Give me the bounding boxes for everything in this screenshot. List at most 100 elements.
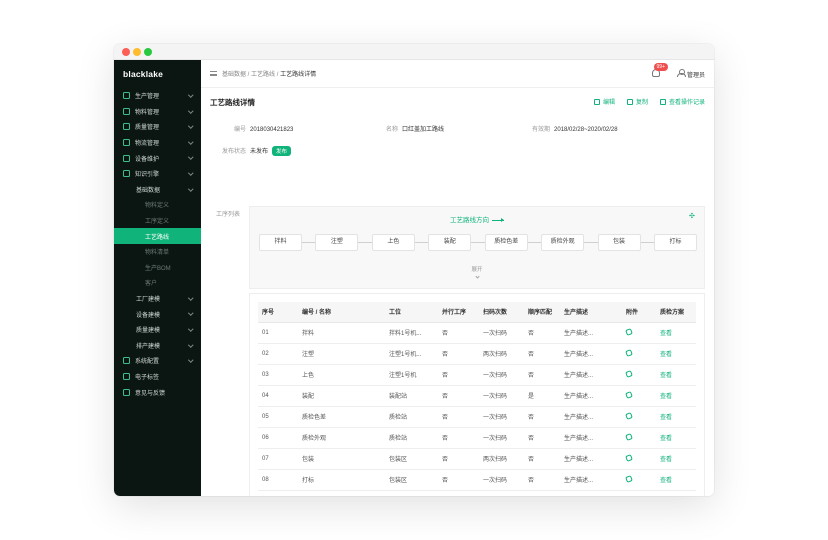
attachment-cell[interactable] xyxy=(622,448,656,470)
minimize-window-button[interactable] xyxy=(133,48,141,56)
flow-node[interactable]: 注塑 xyxy=(315,234,359,251)
flow-node[interactable]: 质检外观 xyxy=(541,234,585,251)
view-inspection-link[interactable]: 查看 xyxy=(656,427,696,449)
table-cell: 01 xyxy=(258,322,298,344)
copy-button[interactable]: 复制 xyxy=(626,97,648,106)
menu-icon[interactable] xyxy=(210,71,217,76)
table-cell: 否 xyxy=(438,427,479,449)
sidebar-item[interactable]: 设备维护 xyxy=(114,150,201,166)
breadcrumb-item[interactable]: 基础数据 xyxy=(222,72,246,78)
table-cell: 包装区 xyxy=(385,469,438,491)
flow-connector xyxy=(527,242,542,243)
sidebar-item[interactable]: 质量建模 xyxy=(114,322,201,338)
view-inspection-link[interactable]: 查看 xyxy=(656,490,696,496)
paperclip-icon[interactable] xyxy=(625,453,633,462)
chevron-down-icon xyxy=(187,170,193,176)
name-value: 口红盖加工路线 xyxy=(402,127,445,133)
sidebar-item[interactable]: 工序定义 xyxy=(114,213,201,229)
sidebar-item[interactable]: 物料清单 xyxy=(114,244,201,260)
sidebar-item[interactable]: 知识引擎 xyxy=(114,166,201,182)
breadcrumb-item[interactable]: 工艺路线 xyxy=(251,72,275,78)
sidebar-item[interactable]: 物料定义 xyxy=(114,197,201,213)
column-header: 序号 xyxy=(258,302,298,323)
sidebar-item-label: 设备建模 xyxy=(136,312,161,319)
table-row: 05 质检色差 质检站否一次扫码否生产描述... 查看 xyxy=(258,406,696,428)
flow-node[interactable]: 打标 xyxy=(654,234,697,251)
edit-button[interactable]: 编辑 xyxy=(593,97,615,106)
info-code: 编号 2018030421823 xyxy=(234,124,293,133)
sidebar-item[interactable]: 系统配置 xyxy=(114,353,201,369)
attachment-cell[interactable] xyxy=(622,364,656,386)
view-inspection-link[interactable]: 查看 xyxy=(656,343,696,365)
attachment-cell[interactable] xyxy=(622,343,656,365)
view-inspection-link[interactable]: 查看 xyxy=(656,364,696,386)
flow-node[interactable]: 拌料 xyxy=(259,234,302,251)
flow-node[interactable]: 包装 xyxy=(597,234,641,251)
paperclip-icon[interactable] xyxy=(625,432,633,441)
sidebar-item[interactable]: 意见与反馈 xyxy=(114,384,201,400)
code-label: 编号 xyxy=(234,127,247,133)
table-cell: 否 xyxy=(438,448,479,470)
column-header: 质检方案 xyxy=(656,302,696,323)
maximize-window-button[interactable] xyxy=(144,48,152,56)
table-cell: 注塑1号机... xyxy=(385,343,438,365)
paperclip-icon[interactable] xyxy=(625,348,633,357)
view-inspection-link[interactable]: 查看 xyxy=(656,406,696,428)
paperclip-icon[interactable] xyxy=(625,474,633,483)
sidebar-item[interactable]: 排产建模 xyxy=(114,338,201,354)
attachment-cell[interactable] xyxy=(622,406,656,428)
page-title: 工艺路线详情 xyxy=(210,98,255,107)
menu-item-icon xyxy=(123,92,130,100)
attachment-cell[interactable] xyxy=(622,322,656,344)
table-cell: 生产描述... xyxy=(560,448,622,470)
view-inspection-link[interactable]: 查看 xyxy=(656,469,696,491)
view-inspection-link[interactable]: 查看 xyxy=(656,448,696,470)
flow-connector xyxy=(302,242,316,243)
sidebar-item[interactable]: 客户 xyxy=(114,275,201,291)
process-table: 序号 编号 / 名称 工位 并行工序 扫码次数 顺序匹配 生产描述 附件 质检方案 01 拌料 拌料… xyxy=(258,302,696,496)
view-inspection-link[interactable]: 查看 xyxy=(656,322,696,344)
chevron-down-icon xyxy=(187,123,193,129)
attachment-cell[interactable] xyxy=(622,385,656,407)
sidebar-item[interactable]: 工艺路线 xyxy=(114,228,201,244)
paperclip-icon[interactable] xyxy=(625,390,633,399)
menu-item-icon xyxy=(123,357,130,365)
attachment-cell[interactable] xyxy=(622,427,656,449)
close-window-button[interactable] xyxy=(122,48,130,56)
sidebar-item[interactable]: 生产管理 xyxy=(114,88,201,104)
column-header: 扫码次数 xyxy=(479,302,524,323)
view-inspection-link[interactable]: 查看 xyxy=(656,385,696,407)
paperclip-icon[interactable] xyxy=(625,369,633,378)
attachment-cell[interactable] xyxy=(622,469,656,491)
notification-badge: 99+ xyxy=(653,63,668,71)
menu-item-icon xyxy=(123,170,130,178)
paperclip-icon[interactable] xyxy=(625,411,633,420)
paperclip-icon[interactable] xyxy=(625,327,633,336)
sidebar-item[interactable]: 物流管理 xyxy=(114,135,201,151)
attachment-cell[interactable] xyxy=(622,490,656,496)
table-cell: 08 xyxy=(258,469,298,491)
table-cell: 一次扫码 xyxy=(479,490,524,496)
sidebar-item[interactable]: 质量管理 xyxy=(114,119,201,135)
sidebar-item-label: 客户 xyxy=(145,281,158,288)
view-log-button[interactable]: 查看操作记录 xyxy=(659,97,705,106)
flow-node[interactable]: 质检色差 xyxy=(484,234,528,251)
user-icon[interactable] xyxy=(677,69,686,77)
sidebar-item[interactable]: 设备建模 xyxy=(114,306,201,322)
table-row: 02 注塑 注塑1号机... 否两次扫码否生产描述... 查看 xyxy=(258,343,696,365)
column-header: 顺序匹配 xyxy=(524,302,560,323)
table-cell: 两次扫码 xyxy=(479,448,524,470)
sidebar-item[interactable]: 基础数据 xyxy=(114,182,201,198)
publish-tag[interactable]: 发布 xyxy=(272,146,292,156)
flow-node[interactable]: 上色 xyxy=(371,234,415,251)
fullscreen-icon[interactable]: ✣ xyxy=(689,213,695,220)
sidebar-item[interactable]: 物料管理 xyxy=(114,104,201,120)
sidebar-item[interactable]: 生产BOM xyxy=(114,260,201,276)
sidebar-item[interactable]: 工厂建模 xyxy=(114,291,201,307)
expand-toggle[interactable]: 展开 xyxy=(250,265,704,279)
table-row: 09分拣分拣室否一次扫码否生产描述...查看 xyxy=(258,490,696,496)
sidebar-item[interactable]: 电子标签 xyxy=(114,369,201,385)
top-bar: 基础数据 / 工艺路线 / 工艺路线详情 99+ 管理员 xyxy=(201,60,714,88)
flow-node[interactable]: 装配 xyxy=(428,234,472,251)
user-name[interactable]: 管理员 xyxy=(687,70,705,79)
